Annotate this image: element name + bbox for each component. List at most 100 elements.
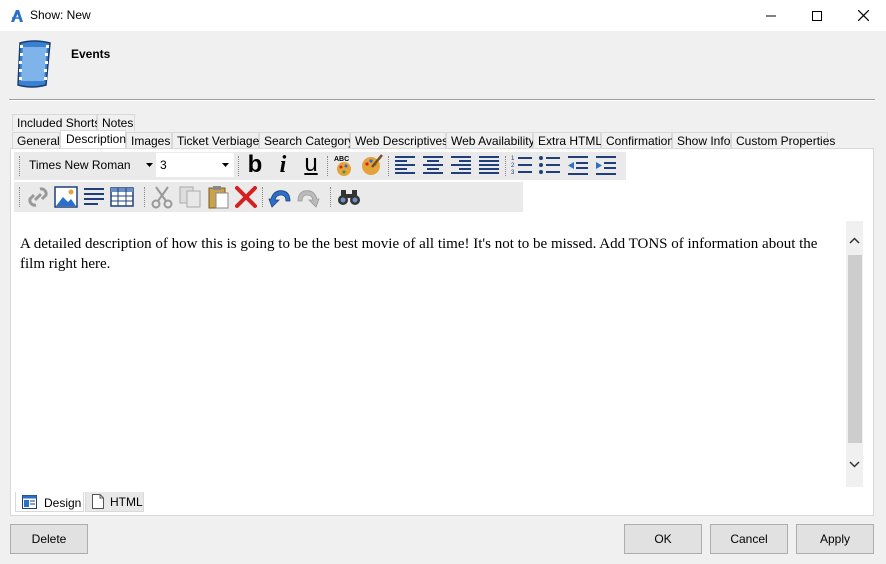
tab-design[interactable]: Design [15, 492, 84, 512]
tab-label: Description [66, 132, 127, 146]
delete-button-label: Delete [31, 532, 67, 546]
chevron-down-icon [222, 163, 229, 167]
outdent-icon[interactable] [566, 153, 590, 177]
header-title: Events [71, 47, 111, 61]
tab-label: Confirmation [606, 134, 675, 148]
align-left-icon[interactable] [393, 153, 417, 177]
delete-button[interactable]: Delete [10, 524, 88, 554]
copy-icon[interactable] [178, 185, 202, 209]
paste-icon[interactable] [206, 185, 230, 209]
tab-label: Web Availability [451, 134, 535, 148]
design-view-icon [22, 495, 37, 509]
tab-show-info[interactable]: Show Info [672, 132, 731, 149]
italic-button[interactable]: i [271, 153, 295, 177]
table-icon[interactable] [110, 185, 134, 209]
align-center-icon[interactable] [421, 153, 445, 177]
font-size-value: 3 [160, 158, 167, 172]
toolbar-grip[interactable] [19, 156, 22, 176]
header-area: Events [0, 31, 886, 101]
link-icon[interactable] [26, 185, 50, 209]
svg-text:3: 3 [511, 170, 515, 176]
tab-search-category[interactable]: Search Category [259, 132, 354, 149]
justify-icon[interactable] [477, 153, 501, 177]
editor-mode-tabs: Design HTML [14, 490, 864, 512]
toolbar-separator [144, 187, 147, 207]
italic-icon: i [279, 152, 287, 178]
bullet-list-icon[interactable] [538, 153, 562, 177]
tab-label: Notes [102, 116, 134, 130]
svg-text:2: 2 [511, 163, 515, 169]
color-palette-icon[interactable] [360, 153, 384, 177]
toolbar-separator [238, 156, 241, 176]
svg-text:ABC: ABC [334, 156, 349, 163]
app-logo-icon [11, 10, 23, 22]
apply-button-label: Apply [819, 532, 851, 546]
header-separator [9, 99, 875, 101]
tab-web-descriptives[interactable]: Web Descriptives [350, 132, 449, 149]
align-right-icon[interactable] [449, 153, 473, 177]
underline-button[interactable]: u [299, 150, 323, 177]
title-bar: Show: New [0, 0, 886, 32]
font-name-value: Times New Roman [29, 158, 131, 172]
scroll-up-icon[interactable] [849, 237, 860, 244]
spellcheck-icon[interactable]: ABC [332, 153, 356, 177]
minimize-button[interactable] [748, 0, 794, 31]
toolbar-grip[interactable] [19, 187, 22, 207]
tab-label: Included Shorts [17, 116, 101, 130]
apply-button[interactable]: Apply [796, 524, 874, 554]
toolbar-separator [327, 156, 330, 176]
maximize-button[interactable] [794, 0, 840, 31]
tab-label: Extra HTML [538, 134, 603, 148]
font-size-select[interactable]: 3 [156, 153, 234, 177]
tab-included-shorts[interactable]: Included Shorts [12, 114, 101, 131]
tab-label: Custom Properties [736, 134, 836, 148]
tab-html[interactable]: HTML [85, 492, 144, 512]
tab-web-availability[interactable]: Web Availability [446, 132, 535, 149]
tab-confirmation[interactable]: Confirmation [601, 132, 675, 149]
tab-notes[interactable]: Notes [97, 114, 135, 131]
cancel-button[interactable]: Cancel [710, 524, 788, 554]
tab-label: Show Info [677, 134, 731, 148]
horizontal-rule-icon[interactable] [82, 185, 106, 209]
toolbar-separator [330, 187, 333, 207]
tab-custom-properties[interactable]: Custom Properties [731, 132, 835, 149]
editor-content[interactable]: A detailed description of how this is go… [20, 234, 830, 274]
editor-scrollbar[interactable] [846, 221, 863, 487]
svg-text:1: 1 [511, 156, 515, 162]
tab-design-label: Design [44, 496, 82, 510]
scrollbar-thumb[interactable] [848, 255, 862, 443]
film-reel-icon [17, 40, 51, 88]
find-binoculars-icon[interactable] [337, 185, 361, 209]
bold-button[interactable]: b [243, 153, 267, 177]
ok-button[interactable]: OK [624, 524, 702, 554]
font-name-select[interactable]: Times New Roman [24, 153, 154, 177]
underline-icon: u [304, 150, 318, 177]
tab-label: General [17, 134, 60, 148]
tab-label: Ticket Verbiage [177, 134, 260, 148]
close-button[interactable] [840, 0, 886, 31]
toolbar-separator [505, 156, 508, 176]
description-editor[interactable]: A detailed description of how this is go… [14, 219, 866, 489]
maximize-icon [812, 10, 822, 21]
cut-icon[interactable] [150, 185, 174, 209]
tab-extra-html[interactable]: Extra HTML [533, 132, 603, 149]
cancel-button-label: Cancel [730, 532, 768, 546]
toolbar-separator [262, 187, 265, 207]
indent-icon[interactable] [594, 153, 618, 177]
minimize-icon [766, 15, 776, 16]
tab-general[interactable]: General [12, 132, 60, 149]
numbered-list-icon[interactable]: 123 [510, 153, 534, 177]
tab-ticket-verbiage[interactable]: Ticket Verbiage [172, 132, 259, 149]
window-title: Show: New [30, 8, 91, 22]
redo-icon[interactable] [296, 185, 320, 209]
tab-label: Search Category [264, 134, 355, 148]
toolbar-separator [388, 156, 391, 176]
undo-icon[interactable] [268, 185, 292, 209]
scroll-down-icon[interactable] [849, 461, 860, 468]
tab-description[interactable]: Description [60, 130, 126, 150]
delete-x-icon[interactable] [234, 185, 258, 209]
ok-button-label: OK [654, 532, 672, 546]
tab-images[interactable]: Images [126, 132, 172, 149]
tab-label: Web Descriptives [355, 134, 449, 148]
image-icon[interactable] [54, 185, 78, 209]
